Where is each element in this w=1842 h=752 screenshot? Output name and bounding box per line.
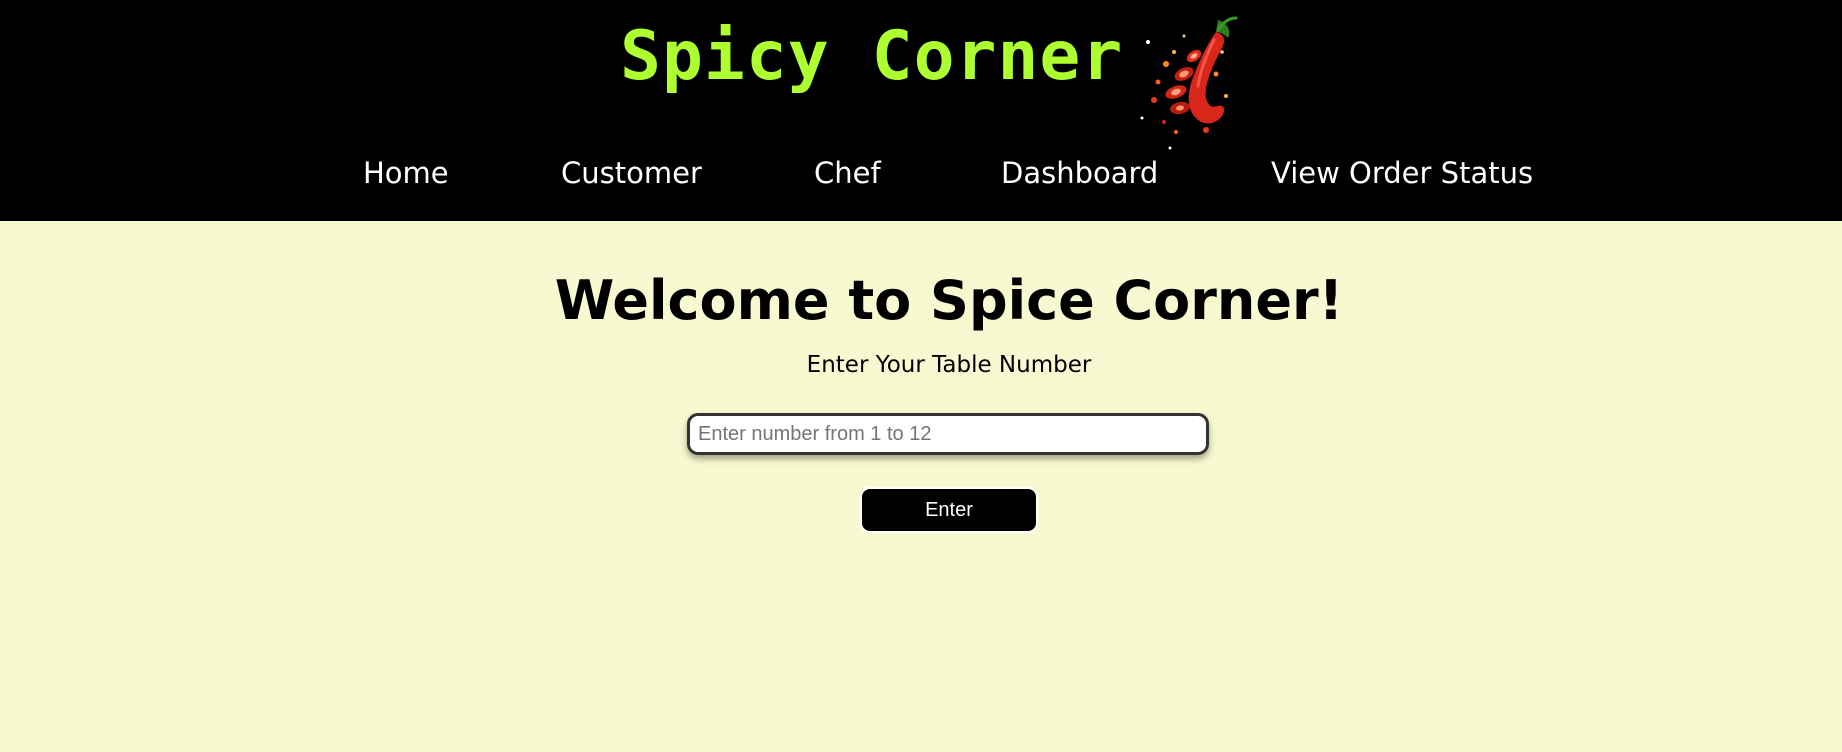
nav-item-home[interactable]: Home [363,156,449,190]
nav-item-dashboard[interactable]: Dashboard [1001,156,1158,190]
chili-pepper-icon [1140,16,1238,150]
nav-item-view-order-status[interactable]: View Order Status [1271,156,1533,190]
table-number-label: Enter Your Table Number [806,352,1092,378]
table-number-input[interactable] [687,413,1209,455]
nav-item-customer[interactable]: Customer [561,156,702,190]
nav-item-chef[interactable]: Chef [814,156,881,190]
main-nav: Home Customer Chef Dashboard View Order … [0,156,1842,202]
site-header: Spicy Corner Home Customer Chef Dashboar… [0,0,1842,221]
main-content: Welcome to Spice Corner! Enter Your Tabl… [0,221,1842,752]
enter-button[interactable]: Enter [860,487,1038,533]
brand: Spicy Corner [620,6,1123,106]
page-title: Welcome to Spice Corner! [554,269,1344,332]
brand-title: Spicy Corner [620,16,1124,96]
